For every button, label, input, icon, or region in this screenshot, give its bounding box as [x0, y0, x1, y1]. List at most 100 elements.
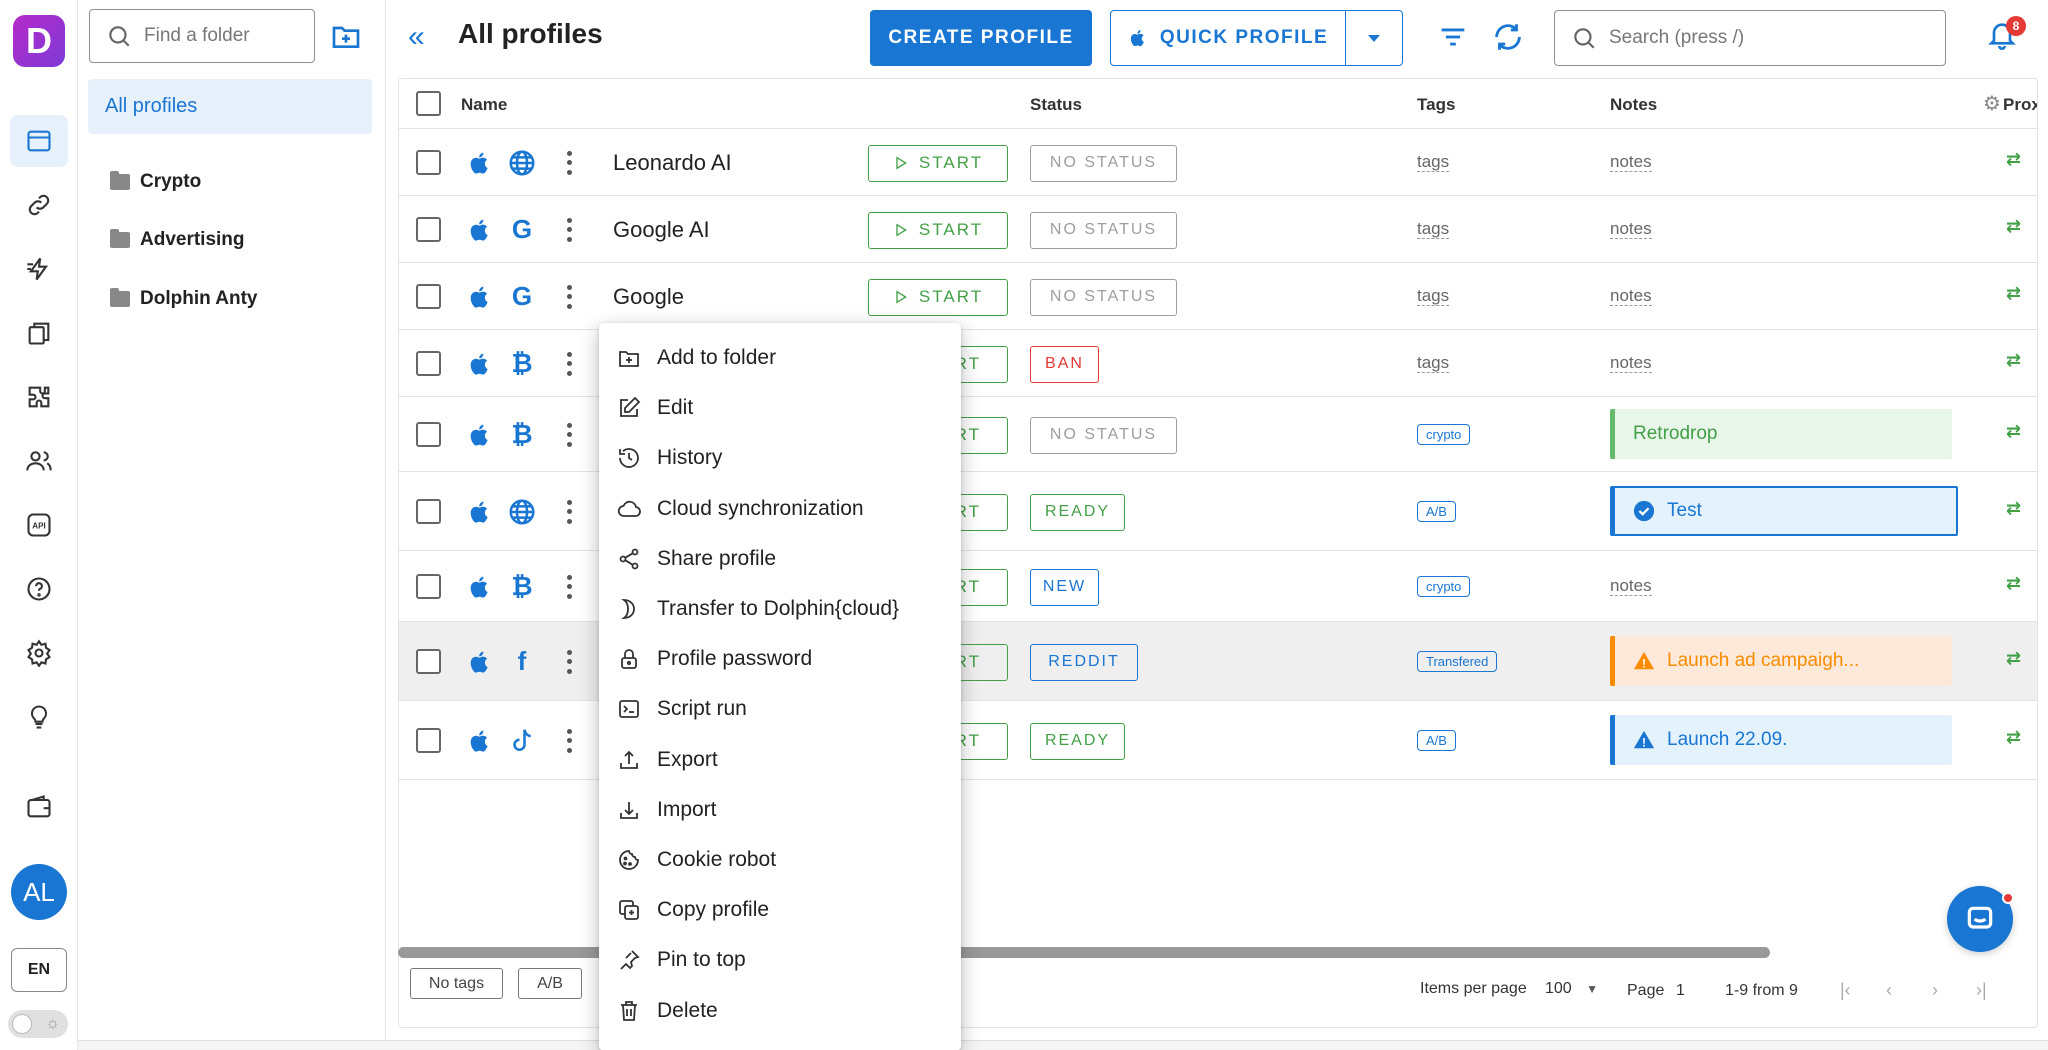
start-button[interactable]: START — [868, 278, 1008, 316]
quick-profile-dropdown[interactable] — [1345, 10, 1403, 66]
tag-filter-chip[interactable]: A/B — [518, 968, 582, 999]
next-page-icon[interactable]: › — [1932, 980, 1938, 1001]
page-number[interactable]: 1 — [1676, 982, 1685, 1000]
menu-item-cookie-robot[interactable]: Cookie robot — [599, 835, 961, 885]
proxy-swap-icon[interactable]: ⇄ — [2006, 573, 2021, 594]
table-row[interactable]: Leonardo AI START NO STATUS tags notes ⇄ — [399, 129, 2037, 196]
menu-item-import[interactable]: Import — [599, 785, 961, 835]
ideas-icon[interactable] — [10, 691, 68, 743]
row-menu-icon[interactable] — [559, 148, 579, 178]
notes-link[interactable]: notes — [1610, 353, 1652, 373]
column-settings-icon[interactable]: ⚙ — [1983, 91, 2001, 116]
row-menu-icon[interactable] — [559, 349, 579, 379]
language-switch[interactable]: EN — [11, 948, 67, 992]
proxy-swap-icon[interactable]: ⇄ — [2006, 727, 2021, 748]
notes-link[interactable]: notes — [1610, 152, 1652, 172]
row-menu-icon[interactable] — [559, 497, 579, 527]
api-icon[interactable]: API — [10, 499, 68, 551]
folder-item-crypto[interactable]: Crypto — [110, 167, 201, 197]
filter-icon[interactable] — [1436, 20, 1470, 54]
proxy-swap-icon[interactable]: ⇄ — [2006, 283, 2021, 304]
status-badge[interactable]: NO STATUS — [1030, 278, 1177, 316]
row-checkbox[interactable] — [416, 350, 441, 376]
note-card[interactable]: Retrodrop — [1610, 408, 1952, 459]
row-checkbox[interactable] — [416, 216, 441, 242]
status-badge[interactable]: NO STATUS — [1030, 416, 1177, 454]
row-menu-icon[interactable] — [559, 282, 579, 312]
items-per-page-select[interactable]: 100 ▼ — [1545, 980, 1598, 998]
notes-link[interactable]: notes — [1610, 286, 1652, 306]
tag-chip[interactable]: Transfered — [1417, 650, 1498, 672]
status-badge[interactable]: NO STATUS — [1030, 211, 1177, 249]
col-notes[interactable]: Notes — [1610, 95, 1657, 115]
folder-search-input[interactable]: Find a folder — [89, 9, 315, 63]
tag-filter-chip[interactable]: No tags — [410, 968, 503, 999]
col-proxy[interactable]: Prox — [2003, 95, 2037, 115]
bookmarks-icon[interactable] — [10, 307, 68, 359]
status-badge[interactable]: NEW — [1030, 568, 1099, 606]
menu-item-transfer-to-dolphin-cloud[interactable]: Transfer to Dolphin{cloud} — [599, 584, 961, 634]
menu-item-add-to-folder[interactable]: Add to folder — [599, 333, 961, 383]
tags-link[interactable]: tags — [1417, 286, 1450, 306]
tag-chip[interactable]: crypto — [1417, 575, 1471, 597]
users-icon[interactable] — [10, 435, 68, 487]
tag-chip[interactable]: crypto — [1417, 423, 1471, 445]
refresh-icon[interactable] — [1491, 20, 1525, 54]
note-card[interactable]: Test — [1610, 485, 1958, 536]
settings-icon[interactable] — [10, 627, 68, 679]
menu-item-share-profile[interactable]: Share profile — [599, 534, 961, 584]
status-badge[interactable]: REDDIT — [1030, 643, 1138, 681]
select-all-checkbox[interactable] — [416, 91, 441, 116]
tags-link[interactable]: tags — [1417, 219, 1450, 239]
menu-item-history[interactable]: History — [599, 433, 961, 483]
col-name[interactable]: Name — [461, 95, 507, 115]
menu-item-export[interactable]: Export — [599, 735, 961, 785]
table-row[interactable]: G Google AI START NO STATUS tags notes ⇄ — [399, 196, 2037, 263]
app-logo[interactable]: D — [13, 15, 65, 67]
notes-link[interactable]: notes — [1610, 576, 1652, 596]
status-badge[interactable]: READY — [1030, 722, 1125, 760]
row-checkbox[interactable] — [416, 648, 441, 674]
tags-link[interactable]: tags — [1417, 152, 1450, 172]
menu-item-cloud-synchronization[interactable]: Cloud synchronization — [599, 484, 961, 534]
tag-chip[interactable]: A/B — [1417, 500, 1456, 522]
profile-name[interactable]: Leonardo AI — [613, 150, 732, 176]
collapse-sidebar-icon[interactable]: « — [408, 22, 440, 54]
help-icon[interactable] — [10, 563, 68, 615]
automation-icon[interactable] — [10, 243, 68, 295]
menu-item-delete[interactable]: Delete — [599, 986, 961, 1036]
row-checkbox[interactable] — [416, 498, 441, 524]
note-card[interactable]: ! Launch ad campaigh... — [1610, 635, 1952, 686]
quick-profile-button[interactable]: QUICK PROFILE — [1110, 10, 1346, 66]
proxy-swap-icon[interactable]: ⇄ — [2006, 149, 2021, 170]
menu-item-copy-profile[interactable]: Copy profile — [599, 885, 961, 935]
menu-item-profile-password[interactable]: Profile password — [599, 634, 961, 684]
user-avatar[interactable]: AL — [11, 864, 67, 920]
proxy-swap-icon[interactable]: ⇄ — [2006, 648, 2021, 669]
menu-item-script-run[interactable]: Script run — [599, 684, 961, 734]
status-badge[interactable]: NO STATUS — [1030, 144, 1177, 182]
note-card[interactable]: ! Launch 22.09. — [1610, 714, 1952, 765]
row-checkbox[interactable] — [416, 149, 441, 175]
status-badge[interactable]: READY — [1030, 493, 1125, 531]
row-checkbox[interactable] — [416, 573, 441, 599]
prev-page-icon[interactable]: ‹ — [1886, 980, 1892, 1001]
proxy-swap-icon[interactable]: ⇄ — [2006, 498, 2021, 519]
proxy-swap-icon[interactable]: ⇄ — [2006, 421, 2021, 442]
profile-name[interactable]: Google — [613, 284, 684, 310]
notes-link[interactable]: notes — [1610, 219, 1652, 239]
start-button[interactable]: START — [868, 144, 1008, 182]
first-page-icon[interactable]: |‹ — [1840, 980, 1851, 1001]
create-profile-button[interactable]: CREATE PROFILE — [870, 10, 1092, 66]
table-row[interactable]: G Google START NO STATUS tags notes ⇄ — [399, 263, 2037, 330]
folder-item-advertising[interactable]: Advertising — [110, 225, 245, 255]
browser-profiles-icon[interactable] — [10, 115, 68, 167]
profile-name[interactable]: Google AI — [613, 217, 710, 243]
tag-chip[interactable]: A/B — [1417, 729, 1456, 751]
col-tags[interactable]: Tags — [1417, 95, 1455, 115]
menu-item-edit[interactable]: Edit — [599, 383, 961, 433]
folder-item-dolphin-anty[interactable]: Dolphin Anty — [110, 284, 258, 314]
menu-item-pin-to-top[interactable]: Pin to top — [599, 935, 961, 985]
wallet-icon[interactable] — [10, 781, 68, 833]
row-menu-icon[interactable] — [559, 572, 579, 602]
